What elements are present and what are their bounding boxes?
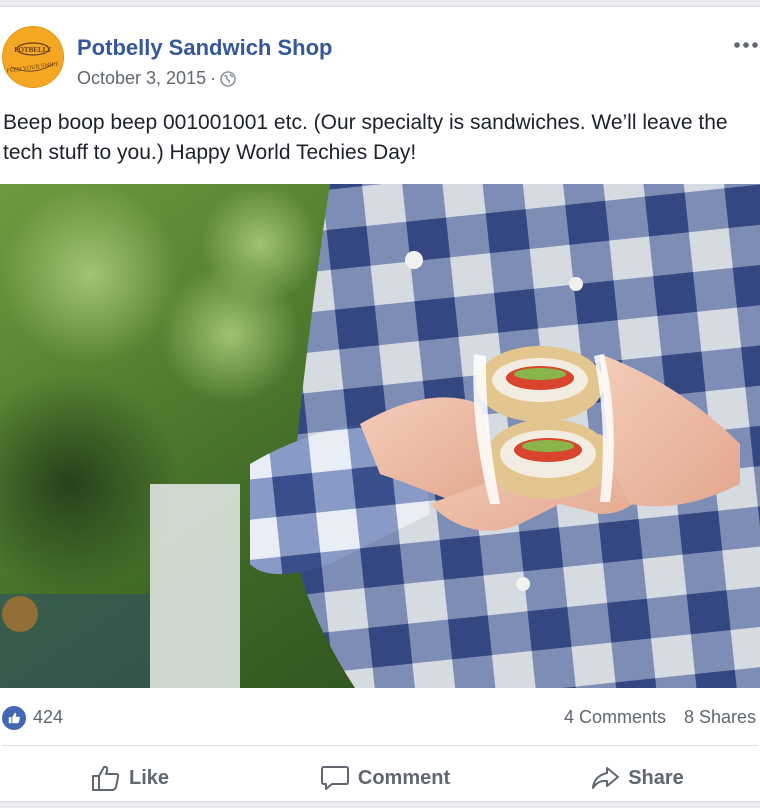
globe-icon[interactable] [220,70,236,87]
reaction-count[interactable]: 424 [33,707,63,728]
post-action-bar: Like Comment Share [0,755,760,801]
more-options-icon[interactable] [732,33,760,57]
reaction-row: 424 4 Comments 8 Shares [0,703,760,733]
comments-count-link[interactable]: 4 Comments [564,707,666,728]
comment-button[interactable]: Comment [300,755,470,801]
shares-count-link[interactable]: 8 Shares [684,707,756,728]
comment-bubble-icon [320,766,349,790]
like-button-label: Like [128,766,170,789]
thumbs-up-icon [91,765,120,791]
share-button[interactable]: Share [572,755,702,801]
feed-background-bottom [0,802,760,808]
post-meta: October 3, 2015 · [77,68,236,89]
comment-button-label: Comment [357,766,451,789]
post-date[interactable]: October 3, 2015 [77,68,206,89]
post-text: Beep boop beep 001001001 etc. (Our speci… [3,111,728,164]
post-photo[interactable] [0,184,760,688]
share-button-label: Share [628,766,684,789]
share-arrow-icon [592,767,620,789]
like-button[interactable]: Like [60,755,200,801]
svg-text:POTBELLY: POTBELLY [14,46,51,54]
page-avatar[interactable]: POTBELLY FEED YOUR SMILE [2,26,64,88]
post-card: POTBELLY FEED YOUR SMILE Potbelly Sandwi… [0,6,760,802]
potbelly-logo: POTBELLY FEED YOUR SMILE [3,27,63,87]
meta-separator: · [210,68,217,88]
action-divider [2,745,758,746]
page-name-link[interactable]: Potbelly Sandwich Shop [77,35,332,61]
like-icon[interactable] [2,706,26,730]
